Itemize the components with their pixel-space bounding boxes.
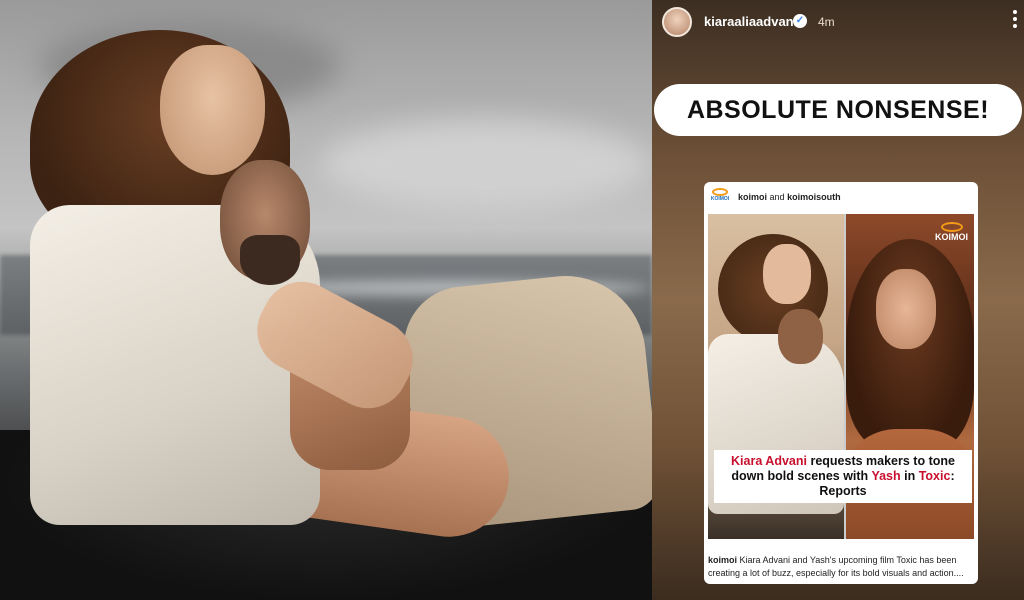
avatar[interactable] <box>662 7 692 37</box>
post-image[interactable]: KOIMOI Kiara Advani requests makers to t… <box>708 214 974 539</box>
headline-part: in <box>900 469 919 483</box>
headline-part: Kiara Advani <box>731 454 807 468</box>
account-connector: and <box>769 192 785 202</box>
movie-still-photo <box>0 0 652 600</box>
account-secondary[interactable]: koimoisouth <box>787 192 841 202</box>
verified-badge-icon: ✓ <box>793 14 807 28</box>
headline-part: Yash <box>871 469 901 483</box>
man-beard <box>240 235 300 285</box>
woman-face <box>160 45 265 175</box>
headline-part: Toxic <box>918 469 951 483</box>
post-caption: koimoi Kiara Advani and Yash's upcoming … <box>708 554 974 580</box>
koimoi-logo-text: KOIMOI <box>710 196 730 202</box>
more-vertical-icon[interactable] <box>1012 10 1018 32</box>
caption-account[interactable]: koimoi <box>708 555 737 565</box>
koimoi-watermark: KOIMOI <box>935 222 968 242</box>
post-accounts[interactable]: koimoi and koimoisouth <box>738 192 841 202</box>
post-headline: Kiara Advani requests makers to tone dow… <box>714 450 972 503</box>
post-card-header: KOIMOI koimoi and koimoisouth <box>704 182 978 212</box>
headline-sticker: ABSOLUTE NONSENSE! <box>654 84 1022 136</box>
koimoi-logo-icon: KOIMOI <box>710 188 730 206</box>
watermark-text: KOIMOI <box>935 232 968 242</box>
story-header: kiaraaliaadvani ✓ 4m <box>652 0 1024 44</box>
account-primary[interactable]: koimoi <box>738 192 767 202</box>
shared-post-card[interactable]: KOIMOI koimoi and koimoisouth KOIMOI Kia… <box>704 182 978 584</box>
caption-text: Kiara Advani and Yash's upcoming film To… <box>708 555 964 578</box>
post-time: 4m <box>818 15 835 29</box>
headline-sticker-text: ABSOLUTE NONSENSE! <box>686 95 990 124</box>
instagram-story[interactable]: kiaraaliaadvani ✓ 4m ABSOLUTE NONSENSE! … <box>652 0 1024 600</box>
sky-cloud <box>320 120 650 210</box>
username[interactable]: kiaraaliaadvani <box>704 14 797 29</box>
